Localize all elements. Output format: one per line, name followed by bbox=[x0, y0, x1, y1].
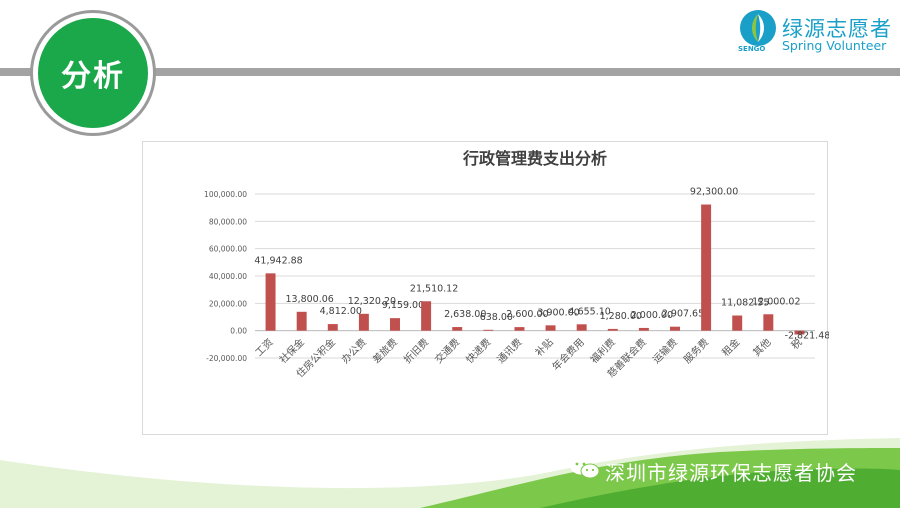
bar bbox=[514, 327, 525, 331]
y-tick-label: 0.00 bbox=[230, 327, 247, 336]
y-tick-label: 60,000.00 bbox=[209, 245, 247, 254]
x-category-label: 租金 bbox=[719, 336, 742, 359]
data-label: 21,510.12 bbox=[410, 283, 458, 294]
y-tick-label: -20,000.00 bbox=[206, 354, 247, 363]
bar bbox=[390, 318, 400, 331]
x-category-label: 折旧费 bbox=[401, 336, 431, 366]
bar bbox=[732, 315, 743, 331]
x-category-label: 通讯费 bbox=[494, 336, 524, 366]
data-label: 13,800.06 bbox=[285, 294, 333, 305]
x-category-label: 办公费 bbox=[339, 336, 369, 366]
x-category-label: 差旅费 bbox=[370, 336, 400, 366]
bar bbox=[576, 324, 587, 331]
leaf-drop-logo-icon bbox=[740, 10, 776, 46]
data-label: 92,300.00 bbox=[690, 187, 738, 198]
bar bbox=[670, 326, 680, 331]
x-category-label: 福利费 bbox=[587, 336, 617, 366]
x-category-label: 快递费 bbox=[463, 336, 493, 366]
logo-mark-text: SENGO bbox=[738, 45, 766, 53]
bar bbox=[265, 273, 276, 331]
x-category-label: 其他 bbox=[750, 336, 773, 359]
x-category-label: 交通费 bbox=[432, 336, 462, 366]
x-category-label: 工资 bbox=[253, 336, 276, 359]
y-tick-label: 80,000.00 bbox=[209, 217, 247, 226]
data-label: -2,821.48 bbox=[785, 331, 829, 342]
bar bbox=[327, 324, 338, 331]
data-label: 4,812.00 bbox=[320, 306, 362, 317]
y-tick-label: 20,000.00 bbox=[209, 299, 247, 308]
wechat-icon bbox=[570, 457, 600, 479]
chart-frame: 行政管理费支出分析 -20,000.00 0.00 20,000.00 40,000.0… bbox=[142, 141, 829, 435]
bar bbox=[701, 204, 712, 331]
data-label: 12,000.02 bbox=[752, 296, 800, 307]
organization-logo: SENGO 绿源志愿者 Spring Volunteer bbox=[738, 8, 898, 58]
y-tick-label: 40,000.00 bbox=[209, 272, 247, 281]
x-category-label: 服务费 bbox=[681, 336, 711, 366]
expense-bar-chart: 行政管理费支出分析 -20,000.00 0.00 20,000.00 40,000.0… bbox=[204, 149, 829, 380]
y-tick-label: 100,000.00 bbox=[204, 190, 247, 199]
bar bbox=[358, 313, 369, 331]
bar bbox=[483, 329, 494, 331]
logo-name-en: Spring Volunteer bbox=[782, 38, 887, 53]
bar bbox=[638, 327, 649, 331]
bar bbox=[421, 301, 432, 331]
chart-title: 行政管理费支出分析 bbox=[462, 149, 607, 168]
bar bbox=[607, 328, 618, 331]
data-label: 2,907.65 bbox=[662, 309, 704, 320]
data-label: 9,159.00 bbox=[382, 300, 424, 311]
x-category-label: 年会费用 bbox=[549, 336, 586, 373]
section-badge: 分析 bbox=[38, 18, 148, 128]
x-category-label: 运输费 bbox=[650, 336, 680, 366]
section-badge-label: 分析 bbox=[61, 59, 125, 94]
bar bbox=[296, 311, 307, 331]
footer-organization-name: 深圳市绿源环保志愿者协会 bbox=[605, 461, 857, 485]
bar bbox=[545, 325, 556, 331]
bar bbox=[452, 327, 463, 331]
x-category-label: 社保金 bbox=[276, 336, 306, 366]
data-label: 41,942.88 bbox=[254, 255, 302, 266]
x-category-label: 补贴 bbox=[532, 336, 555, 359]
bar bbox=[763, 314, 774, 331]
